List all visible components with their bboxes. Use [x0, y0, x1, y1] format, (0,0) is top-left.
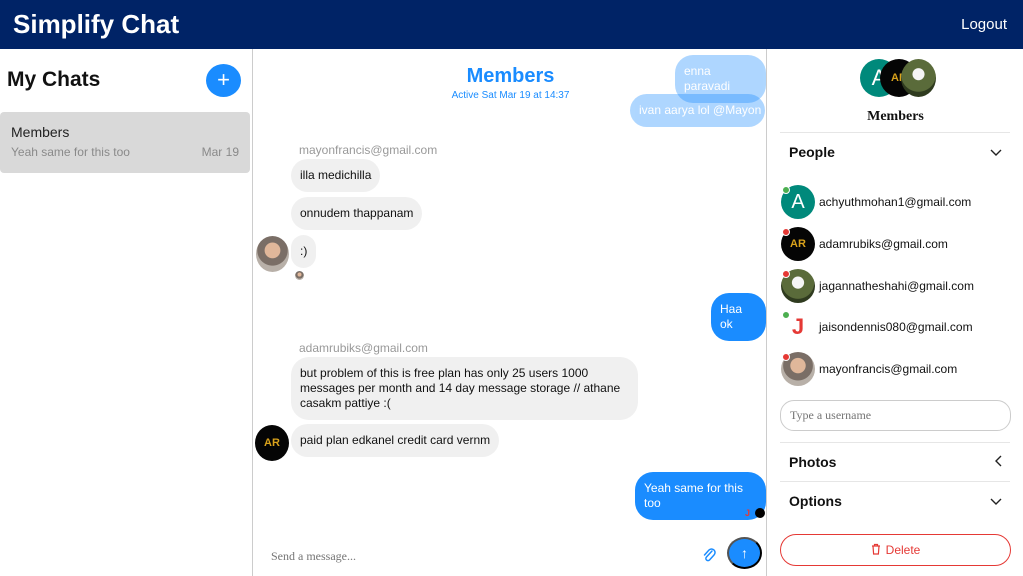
new-chat-button[interactable]: + [206, 63, 241, 97]
app-title: Simplify Chat [13, 9, 180, 39]
member-row[interactable]: A achyuthmohan1@gmail.com [781, 183, 1016, 221]
chats-title: My Chats [7, 68, 101, 91]
arrow-up-icon: ↑ [741, 545, 748, 561]
message-incoming: :) [291, 235, 317, 268]
member-row[interactable]: mayonfrancis@gmail.com [781, 350, 1016, 388]
people-section-toggle[interactable]: People [780, 132, 1010, 171]
offline-status-dot [782, 228, 790, 236]
member-row[interactable]: jagannatheshahi@gmail.com [781, 267, 1016, 305]
member-email: adamrubiks@gmail.com [819, 237, 948, 251]
online-status-dot [782, 186, 790, 194]
message-incoming: illa medichilla [291, 159, 381, 192]
photos-section-toggle[interactable]: Photos [780, 442, 1010, 481]
logout-link[interactable]: Logout [961, 16, 1007, 33]
member-email: jagannatheshahi@gmail.com [819, 279, 974, 293]
chevron-left-icon [994, 455, 1002, 470]
group-avatar [901, 59, 936, 97]
message-composer: ↑ [254, 537, 767, 576]
top-bar: Simplify Chat Logout [0, 0, 1023, 49]
group-name: Members [867, 109, 924, 124]
member-row[interactable]: J jaisondennis080@gmail.com [781, 308, 1016, 346]
message-outgoing: ivan aarya lol @Mayon [630, 94, 765, 127]
offline-status-dot [782, 353, 790, 361]
paperclip-icon[interactable] [702, 547, 716, 568]
chats-header: My Chats + [0, 49, 252, 111]
trash-icon [871, 543, 881, 558]
message-sender: adamrubiks@gmail.com [299, 341, 428, 355]
message-outgoing: Haa ok [711, 293, 766, 341]
chevron-down-icon [990, 494, 1002, 509]
read-receipt-avatar: J [745, 508, 751, 518]
username-input[interactable] [780, 400, 1011, 431]
member-avatar: J [781, 310, 815, 344]
read-receipt-avatar [295, 271, 304, 280]
send-button[interactable]: ↑ [727, 537, 762, 569]
chat-name: Members [11, 124, 70, 140]
message-incoming: onnudem thappanam [291, 197, 423, 230]
member-avatar [781, 352, 815, 386]
member-email: mayonfrancis@gmail.com [819, 362, 958, 376]
sender-avatar: AR [255, 425, 289, 461]
member-email: jaisondennis080@gmail.com [819, 320, 973, 334]
member-row[interactable]: AR adamrubiks@gmail.com [781, 225, 1016, 263]
member-avatar: A [781, 185, 815, 219]
chats-sidebar: My Chats + Members Yeah same for this to… [0, 49, 253, 576]
chat-date: Mar 19 [201, 145, 239, 159]
message-input[interactable] [271, 549, 691, 564]
member-email: achyuthmohan1@gmail.com [819, 195, 972, 209]
member-avatar: AR [781, 227, 815, 261]
message-sender: mayonfrancis@gmail.com [299, 143, 438, 157]
options-section-toggle[interactable]: Options [780, 481, 1010, 520]
online-status-dot [782, 311, 790, 319]
delete-button[interactable]: Delete [780, 534, 1011, 566]
sender-avatar [256, 236, 289, 272]
chevron-down-icon [990, 145, 1002, 160]
chat-preview: Yeah same for this too [11, 145, 130, 159]
offline-status-dot [782, 270, 790, 278]
chat-list-item[interactable]: Members Yeah same for this too Mar 19 [0, 112, 250, 173]
message-incoming: paid plan edkanel credit card vernm [291, 424, 500, 457]
delete-label: Delete [885, 543, 921, 557]
plus-icon: + [217, 67, 230, 92]
details-panel: A AR Members People A achyuthmohan1@gmai… [768, 49, 1023, 576]
conversation-panel: Members Active Sat Mar 19 at 14:37 enna … [254, 49, 767, 576]
member-avatar [781, 269, 815, 303]
read-receipt-avatar [755, 508, 765, 518]
message-incoming: but problem of this is free plan has onl… [291, 357, 638, 420]
